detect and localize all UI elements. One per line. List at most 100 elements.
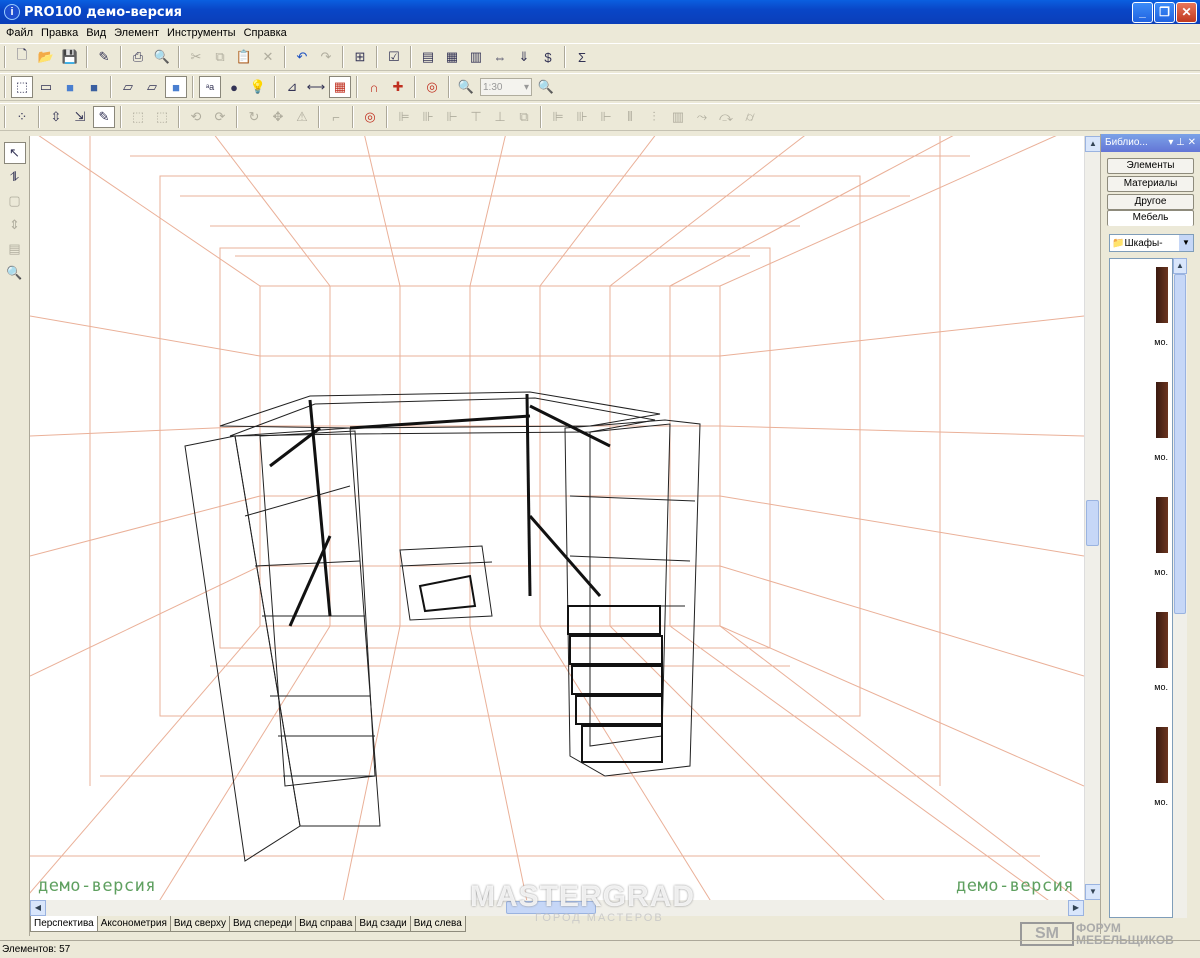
snap-icon[interactable]: ✚: [387, 76, 409, 98]
menu-help[interactable]: Справка: [240, 27, 291, 39]
checklist-icon[interactable]: ☑: [383, 46, 405, 68]
price-icon[interactable]: $: [537, 46, 559, 68]
zoom-select[interactable]: 1:30 ▾: [480, 78, 532, 96]
pointer-icon[interactable]: ↖: [3, 142, 26, 164]
move-vertical-icon[interactable]: ⇳: [45, 106, 67, 128]
menu-file[interactable]: Файл: [2, 27, 37, 39]
print-icon[interactable]: ⎙: [127, 46, 149, 68]
library-item[interactable]: мо.: [1110, 374, 1172, 489]
sum-icon[interactable]: Σ: [571, 46, 593, 68]
box-icon[interactable]: ▢: [4, 190, 26, 212]
group-icon[interactable]: ⊞: [349, 46, 371, 68]
close-button[interactable]: ✕: [1176, 2, 1197, 23]
dimensions-icon[interactable]: ⇔: [489, 46, 511, 68]
pin-close-icon[interactable]: ▾ ⊥ ✕: [1168, 134, 1196, 152]
lib-tab-materials[interactable]: Материалы: [1107, 176, 1194, 192]
bend-icon[interactable]: ⤳: [691, 106, 713, 128]
distribute-left-icon[interactable]: ⊫: [547, 106, 569, 128]
select-all-icon[interactable]: ⁘: [11, 106, 33, 128]
library-scroll-thumb[interactable]: [1174, 274, 1186, 614]
box-texture-icon[interactable]: ■: [165, 76, 187, 98]
menu-view[interactable]: Вид: [82, 27, 110, 39]
delete-icon[interactable]: ✕: [257, 46, 279, 68]
tab-left-view[interactable]: Вид слева: [409, 916, 466, 932]
scroll-up-icon[interactable]: ▲: [1085, 136, 1101, 152]
3d-viewport[interactable]: демо-версия демо-версия: [30, 136, 1084, 900]
library-item[interactable]: мо.: [1110, 489, 1172, 604]
panel-icon[interactable]: ▤: [4, 238, 26, 260]
library-scrollbar[interactable]: ▲: [1173, 258, 1187, 918]
vertical-scroll-thumb[interactable]: [1086, 500, 1099, 546]
library-item[interactable]: мо.: [1110, 259, 1172, 374]
tab-right-view[interactable]: Вид справа: [295, 916, 357, 932]
align-right-icon[interactable]: ⊩: [441, 106, 463, 128]
box-front-icon[interactable]: ▱: [117, 76, 139, 98]
materials-icon[interactable]: ●: [223, 76, 245, 98]
view-front-icon[interactable]: ▭: [35, 76, 57, 98]
distribute-h-icon[interactable]: ⫴: [619, 106, 641, 128]
tab-axonometry[interactable]: Аксонометрия: [96, 916, 171, 932]
split-icon[interactable]: ⥮: [4, 166, 26, 188]
labels-icon[interactable]: ᵃa: [199, 76, 221, 98]
paste-icon[interactable]: 📋: [233, 46, 255, 68]
library-item[interactable]: мо.: [1110, 604, 1172, 719]
library-item[interactable]: мо.: [1110, 719, 1172, 834]
tab-top-view[interactable]: Вид сверху: [169, 916, 230, 932]
lib-tab-other[interactable]: Другое: [1107, 194, 1194, 210]
viewport-vertical-scrollbar[interactable]: ▲ ▼: [1084, 136, 1101, 900]
measure-icon[interactable]: ⊿: [281, 76, 303, 98]
maximize-button[interactable]: ❐: [1154, 2, 1175, 23]
properties-icon[interactable]: ✎: [93, 46, 115, 68]
box-side-icon[interactable]: ▱: [141, 76, 163, 98]
ruler-icon[interactable]: ⟷: [305, 76, 327, 98]
view-solid-icon[interactable]: ■: [59, 76, 81, 98]
menu-edit[interactable]: Правка: [37, 27, 82, 39]
height-icon[interactable]: ⇕: [4, 214, 26, 236]
turn-icon[interactable]: ↻: [243, 106, 265, 128]
edit-mode-icon[interactable]: ✎: [93, 106, 115, 128]
save-icon[interactable]: 💾: [59, 46, 81, 68]
rotate-right-icon[interactable]: ⟳: [209, 106, 231, 128]
scroll-right-icon[interactable]: ▶: [1068, 900, 1084, 916]
zoom-apply-icon[interactable]: 🔍: [535, 76, 557, 98]
menu-tools[interactable]: Инструменты: [163, 27, 240, 39]
cut-icon[interactable]: ✂: [185, 46, 207, 68]
distribute-center-icon[interactable]: ⊪: [571, 106, 593, 128]
scroll-left-icon[interactable]: ◀: [30, 900, 46, 916]
redo-icon[interactable]: ↷: [315, 46, 337, 68]
distribute-right-icon[interactable]: ⊩: [595, 106, 617, 128]
new-file-icon[interactable]: 🗋: [11, 46, 33, 68]
stack-icon[interactable]: ⧉: [513, 106, 535, 128]
magnify-icon[interactable]: 🔍: [4, 262, 26, 284]
cylinder-icon[interactable]: ⌭: [739, 106, 761, 128]
select-group-icon[interactable]: ⬚: [127, 106, 149, 128]
minimize-button[interactable]: _: [1132, 2, 1153, 23]
align-center-icon[interactable]: ⊪: [417, 106, 439, 128]
magnet-icon[interactable]: ∩: [363, 76, 385, 98]
move-free-icon[interactable]: ⇲: [69, 106, 91, 128]
tab-back-view[interactable]: Вид сзади: [355, 916, 411, 932]
tab-front-view[interactable]: Вид спереди: [228, 916, 297, 932]
zoom-icon[interactable]: 🔍: [455, 76, 477, 98]
scroll-down-icon[interactable]: ▼: [1085, 884, 1101, 900]
lib-tab-elements[interactable]: Элементы: [1107, 158, 1194, 174]
menu-element[interactable]: Элемент: [110, 27, 163, 39]
tab-perspective[interactable]: Перспектива: [30, 916, 98, 932]
print-preview-icon[interactable]: 🔍: [151, 46, 173, 68]
view-shaded-icon[interactable]: ■: [83, 76, 105, 98]
align-left-icon[interactable]: ⊫: [393, 106, 415, 128]
align-top-icon[interactable]: ⊤: [465, 106, 487, 128]
lib-tab-furniture[interactable]: Мебель: [1107, 210, 1194, 226]
corner-icon[interactable]: ⌐: [325, 106, 347, 128]
align-bottom-icon[interactable]: ⊥: [489, 106, 511, 128]
distribute-v-icon[interactable]: ⫶: [643, 106, 665, 128]
curve-icon[interactable]: ⤼: [715, 106, 737, 128]
undo-icon[interactable]: ↶: [291, 46, 313, 68]
histogram-icon[interactable]: ▥: [667, 106, 689, 128]
lifebuoy-icon[interactable]: ◎: [359, 106, 381, 128]
library-folder-select[interactable]: 📁 Шкафы- ▼: [1109, 234, 1194, 252]
report-icon[interactable]: ▤: [417, 46, 439, 68]
move-all-icon[interactable]: ✥: [267, 106, 289, 128]
export-icon[interactable]: ⇓: [513, 46, 535, 68]
warning-icon[interactable]: ⚠: [291, 106, 313, 128]
